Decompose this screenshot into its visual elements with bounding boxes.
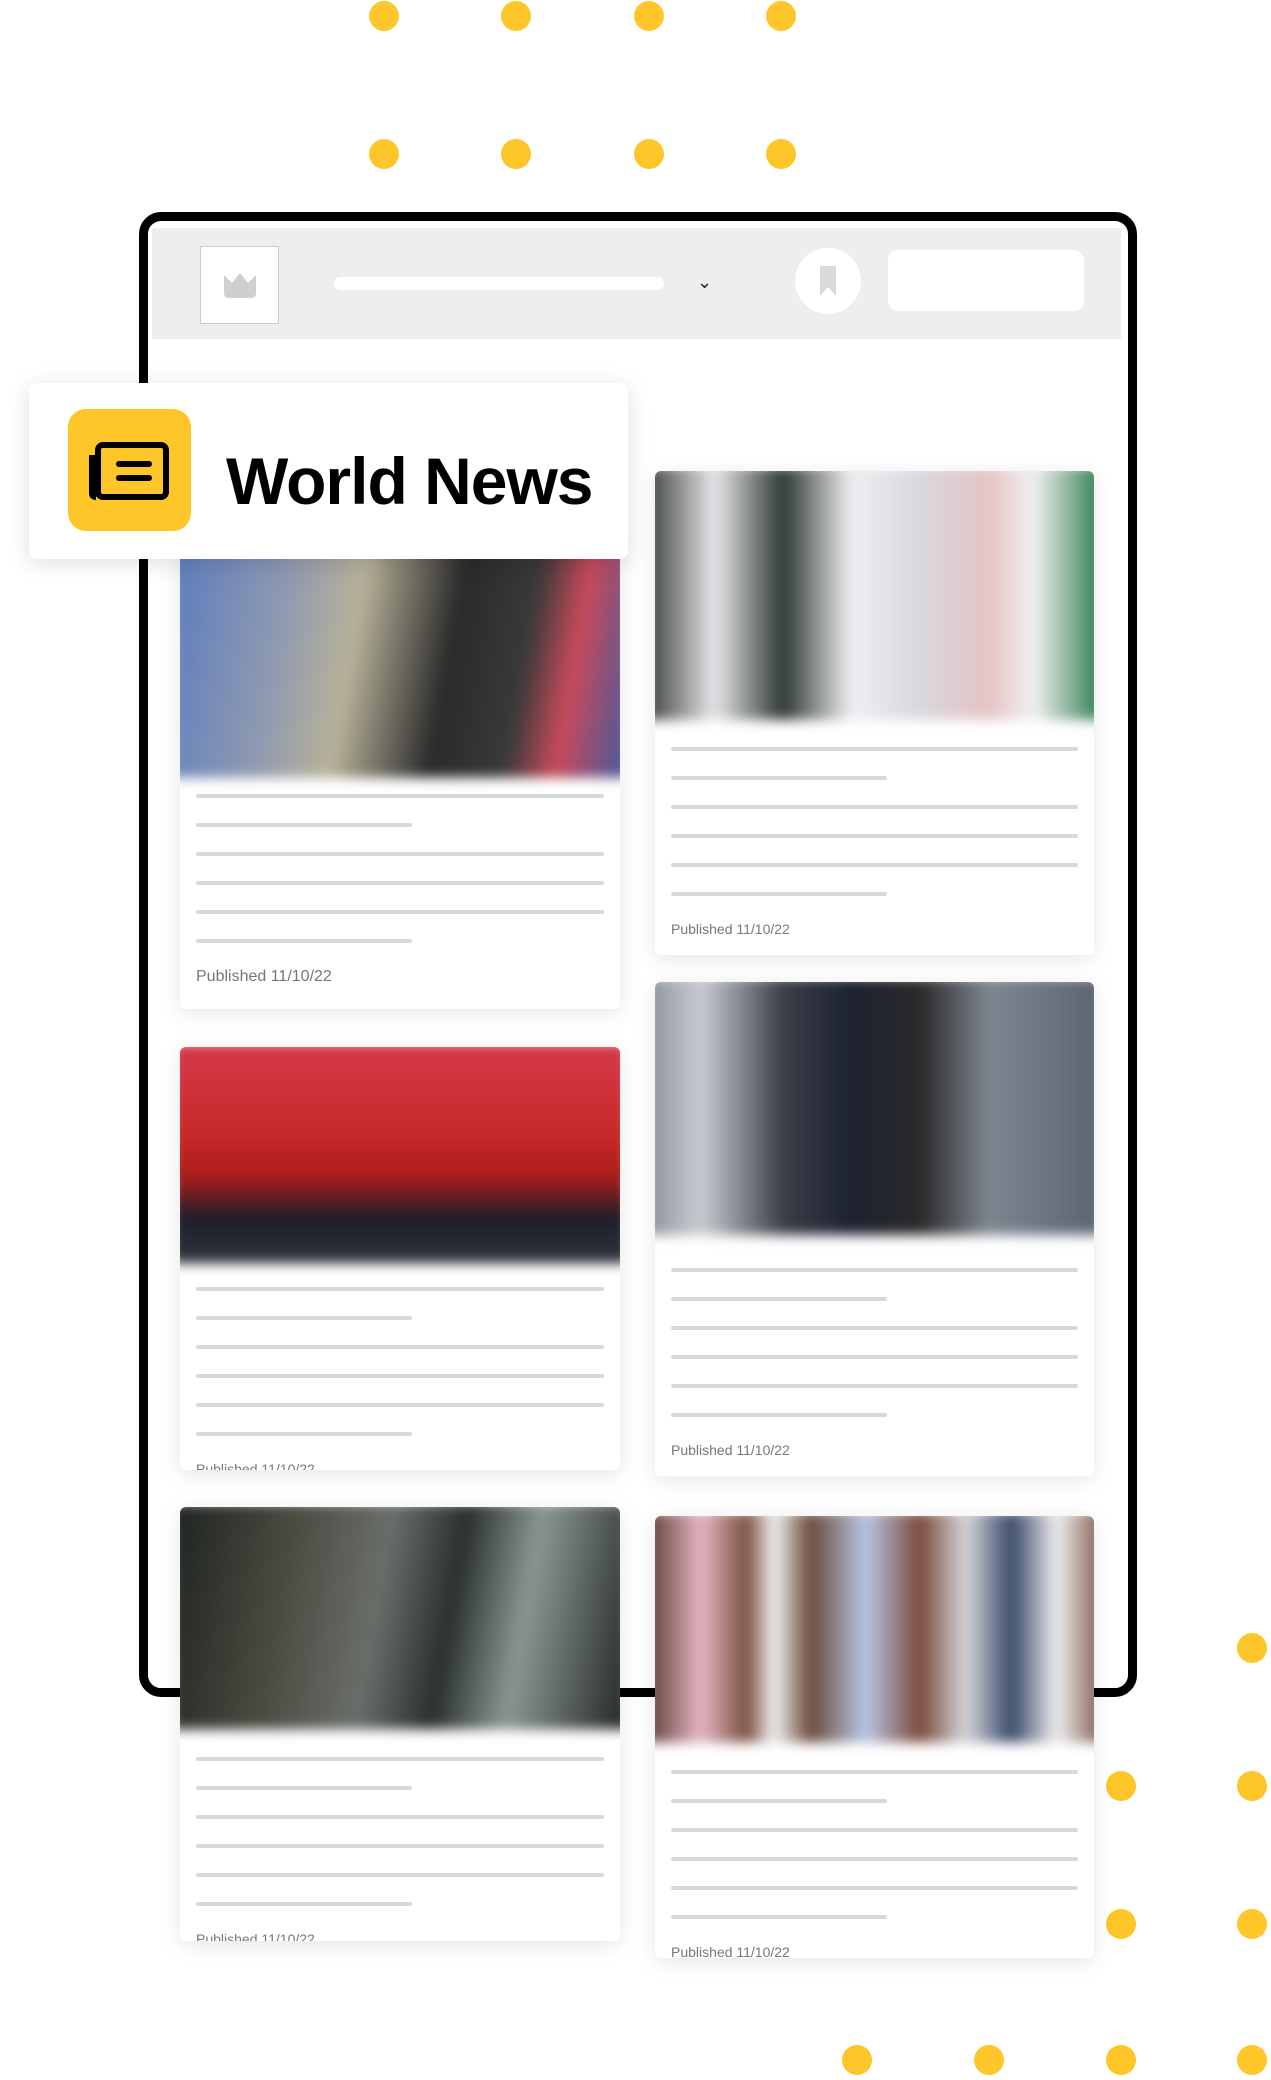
news-card-body: Published 11/10/22	[196, 1757, 604, 1941]
news-card-image	[655, 982, 1094, 1235]
text-placeholder-line	[196, 1316, 413, 1320]
text-placeholder-line	[671, 863, 1078, 867]
published-date: Published 11/10/22	[196, 1931, 315, 1941]
text-placeholder-line	[196, 1873, 604, 1877]
dot	[766, 1, 796, 31]
text-placeholder-line	[671, 892, 887, 896]
text-placeholder-line	[196, 910, 604, 914]
text-placeholder-line	[671, 1326, 1078, 1330]
text-placeholder-line	[671, 1828, 1078, 1832]
text-placeholder-line	[671, 1297, 887, 1301]
crown-icon	[224, 273, 256, 298]
text-placeholder-line	[196, 1786, 413, 1790]
text-placeholder-line	[196, 1432, 413, 1436]
bookmark-button[interactable]	[795, 248, 861, 314]
text-placeholder-line	[671, 834, 1078, 838]
newspaper-icon	[68, 409, 191, 531]
text-placeholder-line	[671, 747, 1078, 751]
published-date: Published 11/10/22	[196, 1461, 315, 1470]
published-date: Published 11/10/22	[196, 968, 332, 985]
dot	[369, 1, 399, 31]
news-card-image	[180, 540, 620, 778]
bookmark-icon	[820, 266, 836, 296]
logo-button[interactable]	[200, 246, 279, 324]
news-card-body: Published 11/10/22	[671, 747, 1078, 937]
news-card-body: Published 11/10/22	[196, 1287, 604, 1470]
dot	[1106, 1771, 1136, 1801]
text-placeholder-line	[671, 1355, 1078, 1359]
news-card[interactable]: Published 11/10/22	[180, 1507, 620, 1941]
news-card-body: Published 11/10/22	[671, 1770, 1078, 1958]
text-placeholder-line	[196, 852, 604, 856]
news-card-body: Published 11/10/22	[196, 794, 604, 986]
text-placeholder-line	[196, 794, 604, 798]
dot	[1237, 1771, 1267, 1801]
dot	[1106, 2045, 1136, 2075]
dot	[1237, 2045, 1267, 2075]
text-placeholder-line	[671, 1799, 887, 1803]
text-placeholder-line	[671, 1886, 1078, 1890]
search-bar[interactable]	[334, 277, 664, 290]
text-placeholder-line	[196, 881, 604, 885]
published-date: Published 11/10/22	[671, 1442, 790, 1458]
section-title: World News	[226, 444, 594, 518]
text-placeholder-line	[671, 776, 887, 780]
published-date: Published 11/10/22	[671, 1944, 790, 1958]
text-placeholder-line	[196, 939, 413, 943]
text-placeholder-line	[196, 823, 413, 827]
dot	[974, 2045, 1004, 2075]
text-placeholder-line	[196, 1815, 604, 1819]
news-card[interactable]: Published 11/10/22	[655, 1516, 1094, 1958]
text-placeholder-line	[671, 1268, 1078, 1272]
text-placeholder-line	[671, 1770, 1078, 1774]
text-placeholder-line	[671, 1857, 1078, 1861]
published-date: Published 11/10/22	[671, 921, 790, 937]
news-card-image	[180, 1047, 620, 1264]
dot	[501, 1, 531, 31]
dot	[1106, 1909, 1136, 1939]
dot	[1237, 1633, 1267, 1663]
text-placeholder-line	[671, 805, 1078, 809]
text-placeholder-line	[196, 1844, 604, 1848]
text-placeholder-line	[196, 1287, 604, 1291]
text-placeholder-line	[671, 1915, 887, 1919]
dot	[842, 2045, 872, 2075]
text-placeholder-line	[671, 1384, 1078, 1388]
text-placeholder-line	[196, 1902, 413, 1906]
dot	[634, 139, 664, 169]
news-card-image	[180, 1507, 620, 1730]
news-card[interactable]: Published 11/10/22	[180, 1047, 620, 1470]
text-placeholder-line	[196, 1757, 604, 1761]
text-placeholder-line	[671, 1413, 887, 1417]
news-card[interactable]: Published 11/10/22	[655, 982, 1094, 1476]
section-header-card: World News	[29, 383, 628, 559]
news-card-image	[655, 1516, 1094, 1743]
text-placeholder-line	[196, 1403, 604, 1407]
dot	[766, 139, 796, 169]
news-card[interactable]: Published 11/10/22	[180, 540, 620, 1009]
text-placeholder-line	[196, 1345, 604, 1349]
news-card-body: Published 11/10/22	[671, 1268, 1078, 1458]
dot	[501, 139, 531, 169]
dot	[634, 1, 664, 31]
dot	[369, 139, 399, 169]
header-action-button[interactable]	[888, 250, 1084, 311]
text-placeholder-line	[196, 1374, 604, 1378]
chevron-down-icon[interactable]: ⌄	[697, 272, 712, 293]
news-card[interactable]: Published 11/10/22	[655, 471, 1094, 955]
news-card-image	[655, 471, 1094, 720]
dot	[1237, 1909, 1267, 1939]
